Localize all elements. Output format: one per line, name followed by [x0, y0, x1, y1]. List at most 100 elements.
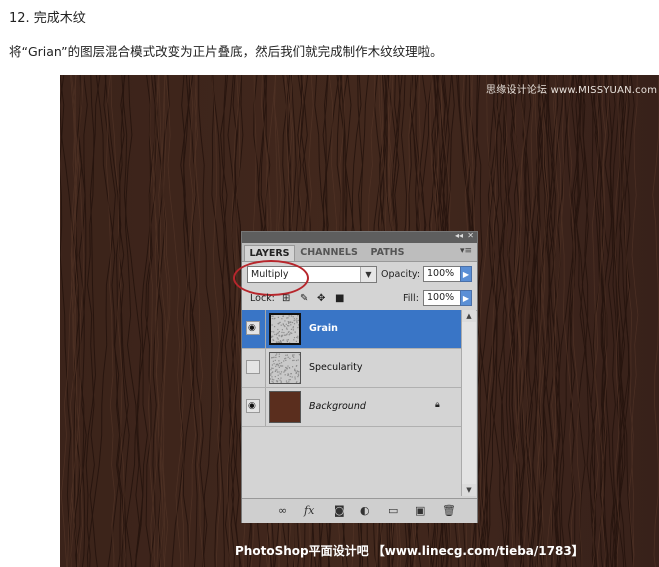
scroll-down-icon[interactable]: ▼: [462, 484, 476, 496]
noise-dot: [291, 376, 293, 378]
noise-dot: [278, 353, 280, 355]
noise-dot: [292, 359, 294, 362]
panel-bottom-toolbar: ∞ fx ◙ ◐ ▭ ▣ 🗑︎: [242, 498, 477, 523]
noise-dot: [281, 318, 283, 320]
noise-dot: [288, 331, 290, 333]
noise-dot: [282, 315, 284, 317]
noise-dot: [296, 336, 298, 338]
layer-row-grain[interactable]: ◉ Grain: [242, 310, 461, 349]
lock-all-icon[interactable]: ■: [335, 293, 344, 304]
noise-dot: [271, 324, 273, 326]
chevron-down-icon[interactable]: ▼: [360, 267, 376, 282]
noise-dot: [283, 371, 285, 373]
fill-slider-arrow-icon[interactable]: ▶: [460, 290, 472, 306]
link-layers-icon[interactable]: ∞: [278, 504, 287, 517]
noise-dot: [272, 371, 274, 373]
tab-channels[interactable]: CHANNELS: [297, 245, 361, 261]
noise-dot: [297, 374, 300, 376]
noise-dot: [297, 359, 299, 361]
noise-dot: [271, 336, 273, 338]
noise-dot: [292, 326, 294, 328]
noise-dot: [275, 369, 277, 371]
noise-dot: [294, 368, 296, 370]
step-instructions: 将“Grian”的图层混合模式改变为正片叠底，然后我们就完成制作木纹纹理啦。: [9, 44, 443, 59]
lock-paint-brush-icon[interactable]: ✎: [300, 293, 308, 304]
noise-dot: [285, 359, 287, 361]
noise-dot: [292, 366, 294, 368]
noise-dot: [289, 379, 291, 381]
noise-dot: [271, 364, 273, 366]
scroll-up-icon[interactable]: ▲: [462, 310, 476, 322]
layer-row-specularity[interactable]: Specularity: [242, 349, 461, 388]
noise-dot: [288, 334, 290, 336]
close-icon[interactable]: ✕: [467, 231, 474, 240]
noise-dot: [283, 334, 285, 336]
panel-menu-icon[interactable]: ▾≡: [460, 246, 472, 256]
noise-dot: [271, 380, 273, 382]
noise-dot: [295, 371, 297, 374]
noise-dot: [290, 315, 293, 317]
lock-row: Lock: ⊞ ✎ ✥ ■ Fill: 100% ▶: [242, 286, 477, 311]
group-folder-icon[interactable]: ▭: [388, 504, 398, 517]
noise-texture-thumbnail: [271, 315, 301, 345]
noise-dot: [297, 315, 299, 317]
noise-dot: [297, 335, 299, 337]
opacity-input[interactable]: 100%: [423, 266, 461, 282]
layers-scrollbar[interactable]: ▲ ▼: [461, 310, 476, 496]
noise-dot: [292, 355, 294, 357]
tab-paths[interactable]: PATHS: [363, 245, 412, 261]
layer-thumbnail: [269, 352, 302, 385]
noise-dot: [278, 331, 280, 333]
noise-dot: [285, 354, 287, 356]
noise-dot: [273, 331, 275, 333]
row-separator: [265, 310, 266, 348]
noise-dot: [280, 362, 283, 364]
opacity-slider-arrow-icon[interactable]: ▶: [460, 266, 472, 282]
opacity-label: Opacity:: [381, 269, 421, 280]
noise-dot: [290, 324, 292, 326]
noise-dot: [274, 326, 276, 328]
noise-dot: [278, 371, 280, 373]
noise-dot: [271, 367, 273, 369]
tab-layers[interactable]: LAYERS: [244, 245, 295, 261]
noise-dot: [278, 366, 280, 368]
layer-row-background[interactable]: ◉ Background 🔒︎: [242, 388, 461, 427]
noise-dot: [297, 337, 299, 339]
blend-mode-select[interactable]: Multiply ▼: [247, 266, 377, 283]
lock-move-icon[interactable]: ✥: [317, 293, 325, 304]
noise-dot: [277, 380, 279, 382]
noise-dot: [297, 373, 299, 375]
noise-dot: [287, 321, 289, 323]
new-layer-icon[interactable]: ▣: [415, 504, 425, 517]
noise-dot: [286, 327, 288, 329]
noise-dot: [273, 318, 275, 320]
noise-dot: [276, 332, 278, 334]
noise-dot: [277, 316, 279, 318]
noise-dot: [287, 317, 289, 319]
fill-input[interactable]: 100%: [423, 290, 461, 306]
visibility-toggle[interactable]: [246, 360, 260, 374]
lock-transparent-icon[interactable]: ⊞: [282, 293, 290, 304]
noise-dot: [279, 365, 281, 367]
fx-icon[interactable]: fx: [304, 504, 314, 517]
noise-dot: [296, 365, 298, 367]
noise-dot: [286, 328, 288, 330]
adjustment-layer-icon[interactable]: ◐: [360, 504, 370, 517]
noise-dot: [277, 374, 279, 376]
trash-icon[interactable]: 🗑︎: [442, 504, 456, 517]
noise-dot: [287, 339, 289, 341]
noise-dot: [271, 378, 274, 380]
visibility-toggle[interactable]: ◉: [246, 399, 260, 413]
noise-dot: [271, 376, 273, 378]
noise-dot: [272, 381, 274, 383]
noise-dot: [275, 365, 277, 367]
noise-dot: [277, 323, 279, 325]
double-chevron-left-icon[interactable]: ◂◂: [455, 231, 463, 240]
visibility-toggle[interactable]: ◉: [246, 321, 260, 335]
noise-dot: [280, 381, 282, 383]
noise-texture-thumbnail: [270, 353, 302, 385]
noise-dot: [299, 354, 301, 356]
layer-mask-icon[interactable]: ◙: [334, 504, 345, 517]
layer-thumbnail: [269, 391, 301, 423]
noise-dot: [277, 328, 279, 331]
